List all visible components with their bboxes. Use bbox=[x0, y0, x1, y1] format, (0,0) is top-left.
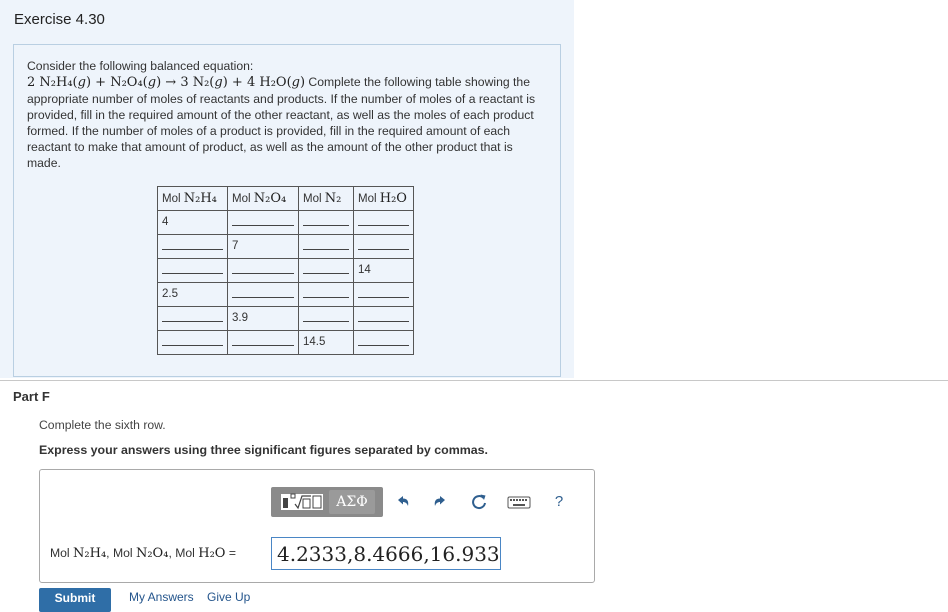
blank-cell bbox=[157, 234, 228, 259]
blank-cell bbox=[353, 330, 414, 355]
exercise-panel: Exercise 4.30 Consider the following bal… bbox=[0, 0, 574, 378]
blank-line bbox=[232, 214, 294, 226]
blank-cell bbox=[298, 282, 354, 307]
column-header-n2h4: Mol N₂H₄ bbox=[157, 186, 228, 211]
templates-icon[interactable] bbox=[281, 493, 323, 511]
table-row: 4 bbox=[157, 210, 414, 235]
toolbar-group: ΑΣΦ bbox=[271, 487, 383, 517]
table-cell: 2.5 bbox=[157, 282, 228, 307]
blank-cell bbox=[298, 258, 354, 283]
answer-format-instruction: Express your answers using three signifi… bbox=[39, 443, 488, 457]
blank-line bbox=[303, 286, 349, 298]
table-cell: 3.9 bbox=[227, 306, 299, 331]
exercise-title: Exercise 4.30 bbox=[14, 11, 105, 28]
table-header-row: Mol N₂H₄ Mol N₂O₄ Mol N₂ Mol H₂O bbox=[157, 186, 414, 211]
table-row: 14 bbox=[157, 258, 414, 283]
table-row: 2.5 bbox=[157, 282, 414, 307]
problem-box: Consider the following balanced equation… bbox=[13, 44, 561, 377]
table-row: 7 bbox=[157, 234, 414, 259]
column-header-n2o4: Mol N₂O₄ bbox=[227, 186, 299, 211]
blank-cell bbox=[353, 282, 414, 307]
blank-line bbox=[162, 334, 223, 346]
greek-letters-icon[interactable]: ΑΣΦ bbox=[329, 490, 375, 514]
blank-line bbox=[303, 310, 349, 322]
answer-input[interactable]: 4.2333,8.4666,16.933 bbox=[271, 537, 501, 570]
blank-line bbox=[358, 238, 409, 250]
blank-cell bbox=[353, 210, 414, 235]
table-cell: 4 bbox=[157, 210, 228, 235]
blank-line bbox=[303, 238, 349, 250]
column-header-h2o: Mol H₂O bbox=[353, 186, 414, 211]
table-row: 3.9 bbox=[157, 306, 414, 331]
blank-cell bbox=[298, 210, 354, 235]
blank-line bbox=[358, 214, 409, 226]
problem-text: Consider the following balanced equation… bbox=[27, 58, 547, 171]
redo-icon[interactable] bbox=[431, 493, 449, 511]
submit-button[interactable]: Submit bbox=[39, 588, 111, 612]
answer-label: Mol N₂H₄, Mol N₂O₄, Mol H₂O = bbox=[50, 546, 236, 561]
blank-cell bbox=[353, 234, 414, 259]
table-row: 14.5 bbox=[157, 330, 414, 355]
mole-table: Mol N₂H₄ Mol N₂O₄ Mol N₂ Mol H₂O 4 7 14 2.5… bbox=[157, 186, 414, 355]
blank-line bbox=[232, 334, 294, 346]
blank-line bbox=[303, 262, 349, 274]
table-cell: 14.5 bbox=[298, 330, 354, 355]
blank-cell bbox=[227, 282, 299, 307]
part-instruction: Complete the sixth row. bbox=[39, 418, 166, 432]
table-cell: 7 bbox=[227, 234, 299, 259]
blank-cell bbox=[157, 330, 228, 355]
blank-line bbox=[358, 334, 409, 346]
table-body: 4 7 14 2.5 3.9 14.5 bbox=[157, 210, 414, 355]
problem-intro: Consider the following balanced equation… bbox=[27, 59, 254, 73]
blank-line bbox=[358, 310, 409, 322]
balanced-equation: 2 N₂H₄(g) + N₂O₄(g) → 3 N₂(g) + 4 H₂O(g) bbox=[27, 75, 306, 90]
table-cell: 14 bbox=[353, 258, 414, 283]
blank-cell bbox=[227, 258, 299, 283]
give-up-link[interactable]: Give Up bbox=[207, 590, 250, 604]
blank-line bbox=[232, 262, 294, 274]
blank-cell bbox=[157, 306, 228, 331]
blank-cell bbox=[227, 330, 299, 355]
blank-line bbox=[162, 238, 223, 250]
blank-cell bbox=[298, 306, 354, 331]
undo-icon[interactable] bbox=[394, 493, 412, 511]
section-divider bbox=[0, 380, 948, 381]
blank-cell bbox=[227, 210, 299, 235]
my-answers-link[interactable]: My Answers bbox=[129, 590, 194, 604]
help-icon[interactable]: ? bbox=[550, 493, 568, 511]
column-header-n2: Mol N₂ bbox=[298, 186, 354, 211]
blank-line bbox=[162, 310, 223, 322]
blank-line bbox=[303, 214, 349, 226]
blank-cell bbox=[157, 258, 228, 283]
blank-cell bbox=[298, 234, 354, 259]
blank-line bbox=[358, 286, 409, 298]
blank-cell bbox=[353, 306, 414, 331]
answer-box: ΑΣΦ ? Mol N₂H₄, Mol N₂O₄, Mol H₂O = 4.23… bbox=[39, 469, 595, 583]
part-label: Part F bbox=[13, 389, 50, 404]
reset-icon[interactable] bbox=[470, 493, 488, 511]
blank-line bbox=[162, 262, 223, 274]
blank-line bbox=[232, 286, 294, 298]
keyboard-icon[interactable] bbox=[507, 493, 531, 511]
